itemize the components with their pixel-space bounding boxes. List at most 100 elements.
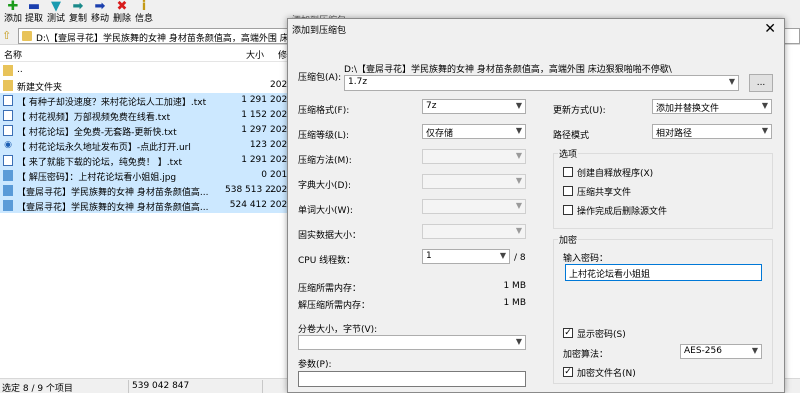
chevron-down-icon: ▼ bbox=[751, 346, 758, 355]
mem-decomp-label: 解压缩所需内存： bbox=[298, 301, 371, 311]
list-item[interactable]: 【 村花论坛】全免费-无套路-更新快.txt 1 297 202 bbox=[0, 123, 290, 138]
level-select[interactable]: 仅存储 ▼ bbox=[422, 124, 526, 139]
dialog-title: 添加到压缩包 bbox=[292, 26, 347, 36]
cpu-max: / 8 bbox=[514, 253, 526, 263]
list-item[interactable]: 【 来了就能下载的论坛，纯免费！ 】.txt 1 291 202 bbox=[0, 153, 290, 168]
chevron-down-icon: ▼ bbox=[728, 77, 735, 86]
add-button[interactable]: ✚ 添加 bbox=[2, 0, 24, 27]
split-label: 分卷大小，字节(V): bbox=[298, 325, 378, 335]
archive-path: D:\【壹屌寻花】学民族舞的女神 身材苗条颜值高，高端外围 床边狠狠啪啪不停歇\ bbox=[344, 65, 672, 75]
chevron-down-icon: ▼ bbox=[515, 226, 522, 235]
mem-comp-value: 1 MB bbox=[503, 281, 526, 291]
chevron-down-icon: ▼ bbox=[499, 251, 506, 260]
word-label: 单词大小(W): bbox=[298, 206, 353, 216]
encrypt-names-label: 加密文件名(N) bbox=[577, 369, 636, 379]
encryption-title: 加密 bbox=[558, 233, 579, 246]
text-file-icon bbox=[3, 125, 13, 136]
params-input[interactable] bbox=[298, 371, 526, 387]
enc-method-label: 加密算法： bbox=[563, 350, 609, 360]
list-item[interactable]: .. bbox=[0, 63, 290, 78]
update-label: 更新方式(U): bbox=[553, 106, 606, 116]
video-file-icon bbox=[3, 200, 13, 211]
list-item[interactable]: 新建文件夹 202 bbox=[0, 78, 290, 93]
show-password-label: 显示密码(S) bbox=[577, 330, 626, 340]
list-item[interactable]: 【 解压密码】：上村花论坛看小姐姐.jpg 0 201 bbox=[0, 168, 290, 183]
mem-comp-label: 压缩所需内存： bbox=[298, 284, 362, 294]
cpu-select[interactable]: 1 ▼ bbox=[422, 249, 510, 264]
show-password-checkbox[interactable]: ✓ bbox=[563, 328, 573, 338]
delete-source-checkbox[interactable] bbox=[563, 205, 573, 215]
image-file-icon bbox=[3, 170, 13, 181]
globe-icon: ◉ bbox=[4, 140, 12, 150]
check-down-icon: ▼ bbox=[51, 0, 61, 14]
status-divider bbox=[262, 380, 263, 393]
method-label: 压缩方法(M): bbox=[298, 156, 352, 166]
delete-button[interactable]: ✖ 删除 bbox=[111, 0, 133, 27]
address-path: D:\【壹屌寻花】学民族舞的女神 身材苗条颜值高，高端外围 床边 bbox=[36, 34, 298, 44]
chevron-down-icon: ▼ bbox=[515, 151, 522, 160]
word-select[interactable]: ▼ bbox=[422, 199, 526, 214]
password-input[interactable]: 上村花论坛看小姐姐 bbox=[565, 264, 762, 281]
chevron-down-icon: ▼ bbox=[515, 201, 522, 210]
format-label: 压缩格式(F): bbox=[298, 106, 350, 116]
password-label: 输入密码： bbox=[563, 254, 609, 264]
move-button[interactable]: ➡ 移动 bbox=[89, 0, 111, 27]
update-select[interactable]: 添加并替换文件 ▼ bbox=[652, 99, 772, 114]
sfx-checkbox[interactable] bbox=[563, 167, 573, 177]
minus-icon: ▬ bbox=[27, 0, 41, 14]
chevron-down-icon: ▼ bbox=[761, 101, 768, 110]
chevron-down-icon: ▼ bbox=[515, 337, 522, 346]
list-item[interactable]: 【 有种子却没速度？来村花论坛人工加速】.txt 1 291 202 bbox=[0, 93, 290, 108]
sfx-label: 创建自释放程序(X) bbox=[577, 169, 654, 179]
selection-size: 539 042 847 bbox=[132, 381, 190, 391]
format-select[interactable]: 7z ▼ bbox=[422, 99, 526, 114]
arrow-right-icon: ➡ bbox=[94, 0, 106, 14]
cpu-label: CPU 线程数： bbox=[298, 256, 356, 266]
close-icon[interactable]: ✕ bbox=[764, 21, 776, 37]
folder-icon bbox=[3, 80, 13, 91]
text-file-icon bbox=[3, 95, 13, 106]
folder-icon bbox=[22, 31, 32, 41]
plus-icon: ✚ bbox=[7, 0, 19, 14]
up-folder-icon[interactable]: ⇧ bbox=[2, 29, 16, 43]
list-item[interactable]: 【 村花视频】万部视频免费在线看.txt 1 152 202 bbox=[0, 108, 290, 123]
solid-select[interactable]: ▼ bbox=[422, 224, 526, 239]
add-to-archive-dialog: 添加到压缩包 ✕ 压缩包(A): D:\【壹屌寻花】学民族舞的女神 身材苗条颜值… bbox=[287, 18, 785, 393]
text-file-icon bbox=[3, 155, 13, 166]
pathmode-label: 路径模式 bbox=[553, 131, 590, 141]
chevron-down-icon: ▼ bbox=[515, 101, 522, 110]
list-item[interactable]: ◉ 【 村花论坛永久地址发布页】-点此打开.url 123 202 bbox=[0, 138, 290, 153]
dict-label: 字典大小(D): bbox=[298, 181, 351, 191]
archive-name-combo[interactable]: 1.7z ▼ bbox=[344, 75, 739, 91]
folder-icon bbox=[3, 65, 13, 76]
info-icon: i bbox=[141, 0, 147, 14]
list-item[interactable]: 【壹屌寻花】学民族舞的女神 身材苗条颜值高... 538 513 2... 20… bbox=[0, 183, 290, 198]
video-file-icon bbox=[3, 185, 13, 196]
copy-button[interactable]: ➡ 复制 bbox=[67, 0, 89, 27]
col-name[interactable]: 名称 bbox=[4, 48, 22, 61]
enc-method-select[interactable]: AES-256 ▼ bbox=[680, 344, 762, 359]
shared-label: 压缩共享文件 bbox=[577, 188, 632, 198]
col-date[interactable]: 修 bbox=[278, 48, 287, 61]
info-button[interactable]: i 信息 bbox=[133, 0, 155, 27]
close-x-icon: ✖ bbox=[116, 0, 128, 14]
chevron-down-icon: ▼ bbox=[515, 126, 522, 135]
chevron-down-icon: ▼ bbox=[761, 126, 768, 135]
params-label: 参数(P): bbox=[298, 360, 332, 370]
encrypt-names-checkbox[interactable]: ✓ bbox=[563, 367, 573, 377]
shared-checkbox[interactable] bbox=[563, 186, 573, 196]
browse-button[interactable]: ... bbox=[749, 74, 773, 92]
extract-button[interactable]: ▬ 提取 bbox=[23, 0, 45, 27]
test-button[interactable]: ▼ 测试 bbox=[45, 0, 67, 27]
dict-select[interactable]: ▼ bbox=[422, 174, 526, 189]
col-size[interactable]: 大小 bbox=[246, 48, 264, 61]
arrow-right-icon: ➡ bbox=[72, 0, 84, 14]
split-combo[interactable]: ▼ bbox=[298, 335, 526, 350]
list-item[interactable]: 【壹屌寻花】学民族舞的女神 身材苗条颜值高... 524 412 202 bbox=[0, 198, 290, 213]
file-list-header: 名称 大小 修 bbox=[0, 46, 290, 62]
method-select[interactable]: ▼ bbox=[422, 149, 526, 164]
level-label: 压缩等级(L): bbox=[298, 131, 350, 141]
pathmode-select[interactable]: 相对路径 ▼ bbox=[652, 124, 772, 139]
status-divider bbox=[128, 380, 129, 393]
solid-label: 固实数据大小： bbox=[298, 231, 362, 241]
